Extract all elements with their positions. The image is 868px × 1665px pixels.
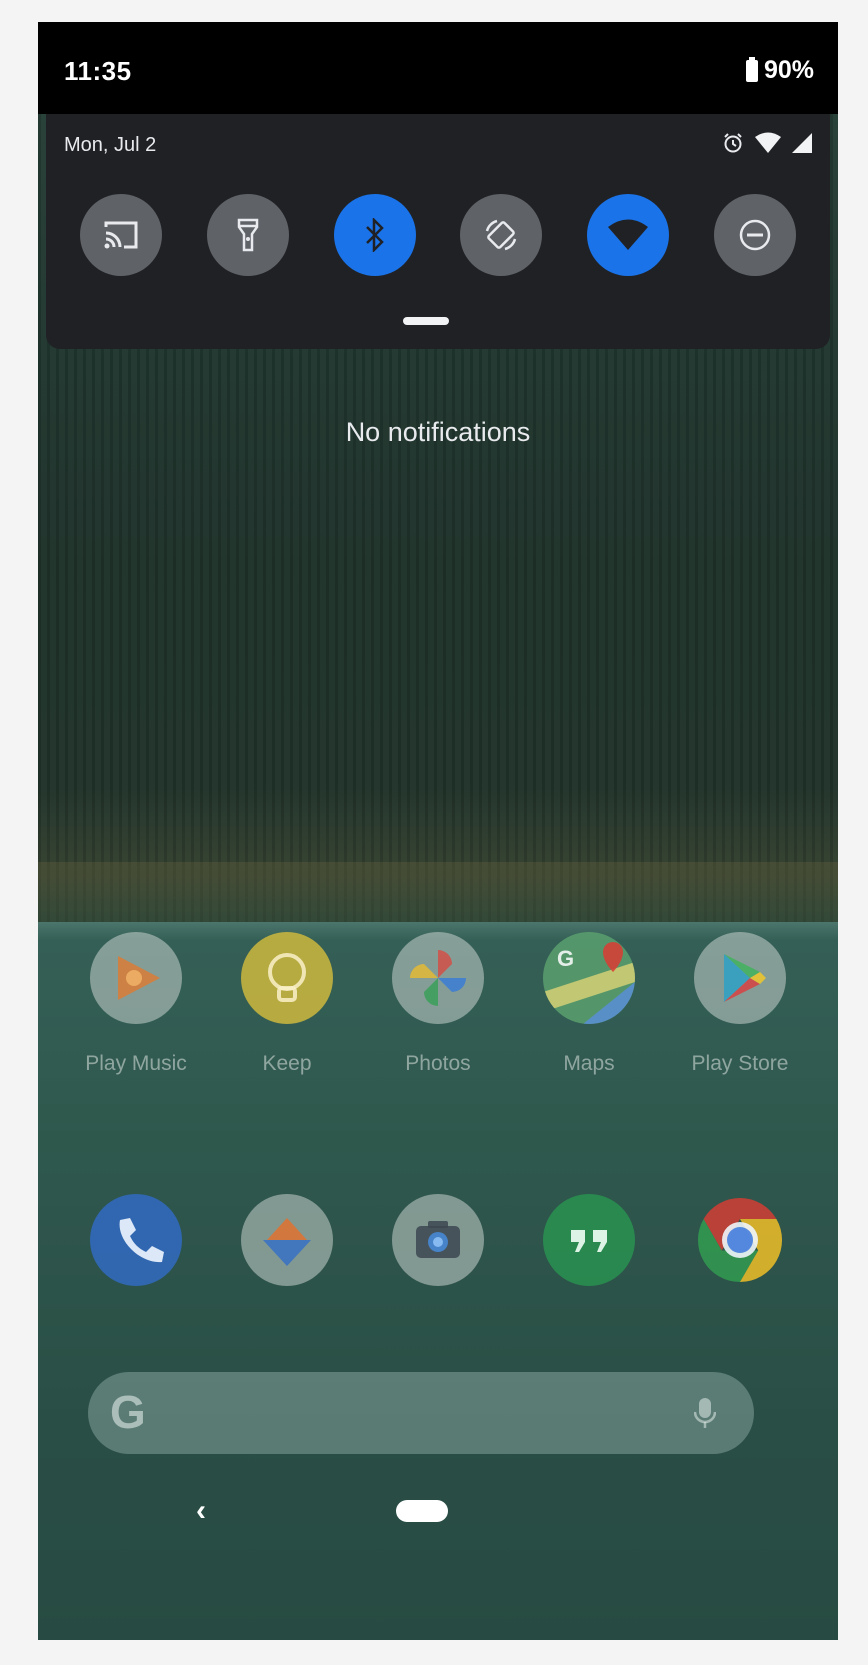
app-photos[interactable]: Photos bbox=[380, 932, 496, 1076]
home-app-row: Play Music Keep Photos G Maps Play Store bbox=[78, 932, 798, 1076]
app-camera[interactable] bbox=[380, 1194, 496, 1286]
app-label: Play Music bbox=[85, 1052, 187, 1075]
keep-icon bbox=[241, 932, 333, 1024]
quick-settings-panel: Mon, Jul 2 bbox=[46, 114, 830, 349]
tile-cast[interactable] bbox=[80, 194, 162, 276]
tile-wifi[interactable] bbox=[587, 194, 670, 276]
app-maps[interactable]: G Maps bbox=[531, 932, 647, 1076]
bluetooth-icon bbox=[365, 218, 384, 252]
cast-icon bbox=[104, 221, 138, 249]
tile-do-not-disturb[interactable] bbox=[713, 194, 796, 276]
google-search-bar[interactable]: G bbox=[88, 1372, 754, 1454]
play-store-icon bbox=[694, 932, 786, 1024]
home-dock bbox=[78, 1194, 798, 1286]
hangouts-icon bbox=[543, 1194, 635, 1286]
qs-status-icons bbox=[722, 132, 812, 154]
qs-date: Mon, Jul 2 bbox=[64, 134, 157, 156]
do-not-disturb-icon bbox=[739, 219, 771, 251]
wallpaper-shore bbox=[38, 862, 838, 922]
battery-percent: 90% bbox=[763, 56, 814, 84]
nav-back-button[interactable]: ‹ bbox=[196, 1494, 206, 1528]
mic-icon[interactable] bbox=[694, 1396, 716, 1430]
nav-home-button[interactable] bbox=[396, 1500, 448, 1522]
app-play-music[interactable]: Play Music bbox=[78, 932, 194, 1076]
status-bar: 11:35 90% bbox=[38, 22, 838, 114]
qs-tiles bbox=[80, 194, 796, 276]
maps-icon: G bbox=[543, 932, 635, 1024]
tile-auto-rotate[interactable] bbox=[460, 194, 543, 276]
no-notifications-text: No notifications bbox=[345, 417, 531, 447]
camera-icon bbox=[392, 1194, 484, 1286]
chrome-icon bbox=[694, 1194, 786, 1286]
play-music-icon bbox=[90, 932, 182, 1024]
auto-rotate-icon bbox=[486, 219, 517, 251]
cellular-signal-icon bbox=[792, 133, 812, 153]
tile-flashlight[interactable] bbox=[206, 194, 289, 276]
status-time: 11:35 bbox=[64, 56, 132, 86]
qs-drag-handle[interactable] bbox=[403, 317, 449, 325]
app-hangouts[interactable] bbox=[531, 1194, 647, 1286]
google-logo: G bbox=[110, 1386, 146, 1438]
app-label: Play Store bbox=[691, 1052, 789, 1075]
app-play-store[interactable]: Play Store bbox=[682, 932, 798, 1076]
battery-indicator: 90% bbox=[745, 56, 814, 85]
alarm-icon bbox=[724, 133, 742, 153]
svg-text:G: G bbox=[557, 946, 574, 971]
wifi-status-icon bbox=[755, 132, 781, 153]
wifi-icon bbox=[608, 219, 649, 250]
app-chrome[interactable] bbox=[682, 1194, 798, 1286]
phone-screen: 11:35 90% Mon, Jul 2 No notifications Pl… bbox=[38, 22, 838, 1640]
app-label: Maps bbox=[563, 1052, 615, 1075]
tile-bluetooth[interactable] bbox=[333, 194, 416, 276]
app-label: Keep bbox=[262, 1052, 312, 1075]
app-label: Photos bbox=[405, 1052, 471, 1075]
flashlight-icon bbox=[237, 218, 259, 252]
phone-icon bbox=[90, 1194, 182, 1286]
files-icon bbox=[241, 1194, 333, 1286]
photos-icon bbox=[392, 932, 484, 1024]
app-phone[interactable] bbox=[78, 1194, 194, 1286]
app-keep[interactable]: Keep bbox=[229, 932, 345, 1076]
battery-icon bbox=[745, 56, 758, 82]
app-files[interactable] bbox=[229, 1194, 345, 1286]
